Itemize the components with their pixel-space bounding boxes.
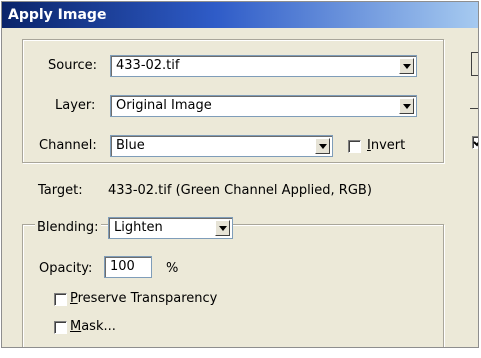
preserve-transparency-checkbox[interactable] [54, 293, 67, 306]
layer-dropdown[interactable]: Original Image [110, 95, 417, 117]
chevron-down-icon[interactable] [215, 220, 230, 236]
apply-image-dialog: Apply Image Source: 433-02.tif Layer: Or… [1, 1, 479, 348]
blending-label: Blending: [35, 220, 101, 235]
blending-value: Lighten [114, 220, 163, 235]
opacity-unit: % [166, 261, 179, 276]
ok-button[interactable] [471, 52, 478, 76]
invert-label[interactable]: Invert [367, 138, 405, 153]
preview-checkbox[interactable] [472, 136, 478, 149]
source-dropdown[interactable]: 433-02.tif [110, 55, 417, 77]
mask-checkbox[interactable] [54, 321, 67, 334]
blending-dropdown[interactable]: Lighten [108, 217, 233, 239]
button-separator [470, 108, 478, 109]
source-label: Source: [48, 58, 98, 73]
channel-value: Blue [116, 138, 145, 153]
layer-value: Original Image [116, 98, 212, 113]
checkmark-icon [473, 141, 478, 147]
mask-label[interactable]: Mask... [70, 319, 116, 334]
target-label: Target: [38, 183, 83, 198]
chevron-down-icon[interactable] [315, 138, 330, 154]
chevron-down-icon[interactable] [399, 58, 414, 74]
preserve-transparency-label[interactable]: Preserve Transparency [70, 291, 217, 306]
opacity-label: Opacity: [39, 261, 93, 276]
source-value: 433-02.tif [116, 58, 180, 73]
channel-label: Channel: [39, 138, 97, 153]
channel-dropdown[interactable]: Blue [110, 135, 333, 157]
invert-checkbox[interactable] [348, 140, 361, 153]
layer-label: Layer: [55, 98, 96, 113]
dialog-title: Apply Image [2, 2, 478, 28]
opacity-input[interactable]: 100 [104, 256, 152, 278]
chevron-down-icon[interactable] [399, 98, 414, 114]
target-value: 433-02.tif (Green Channel Applied, RGB) [108, 183, 372, 198]
